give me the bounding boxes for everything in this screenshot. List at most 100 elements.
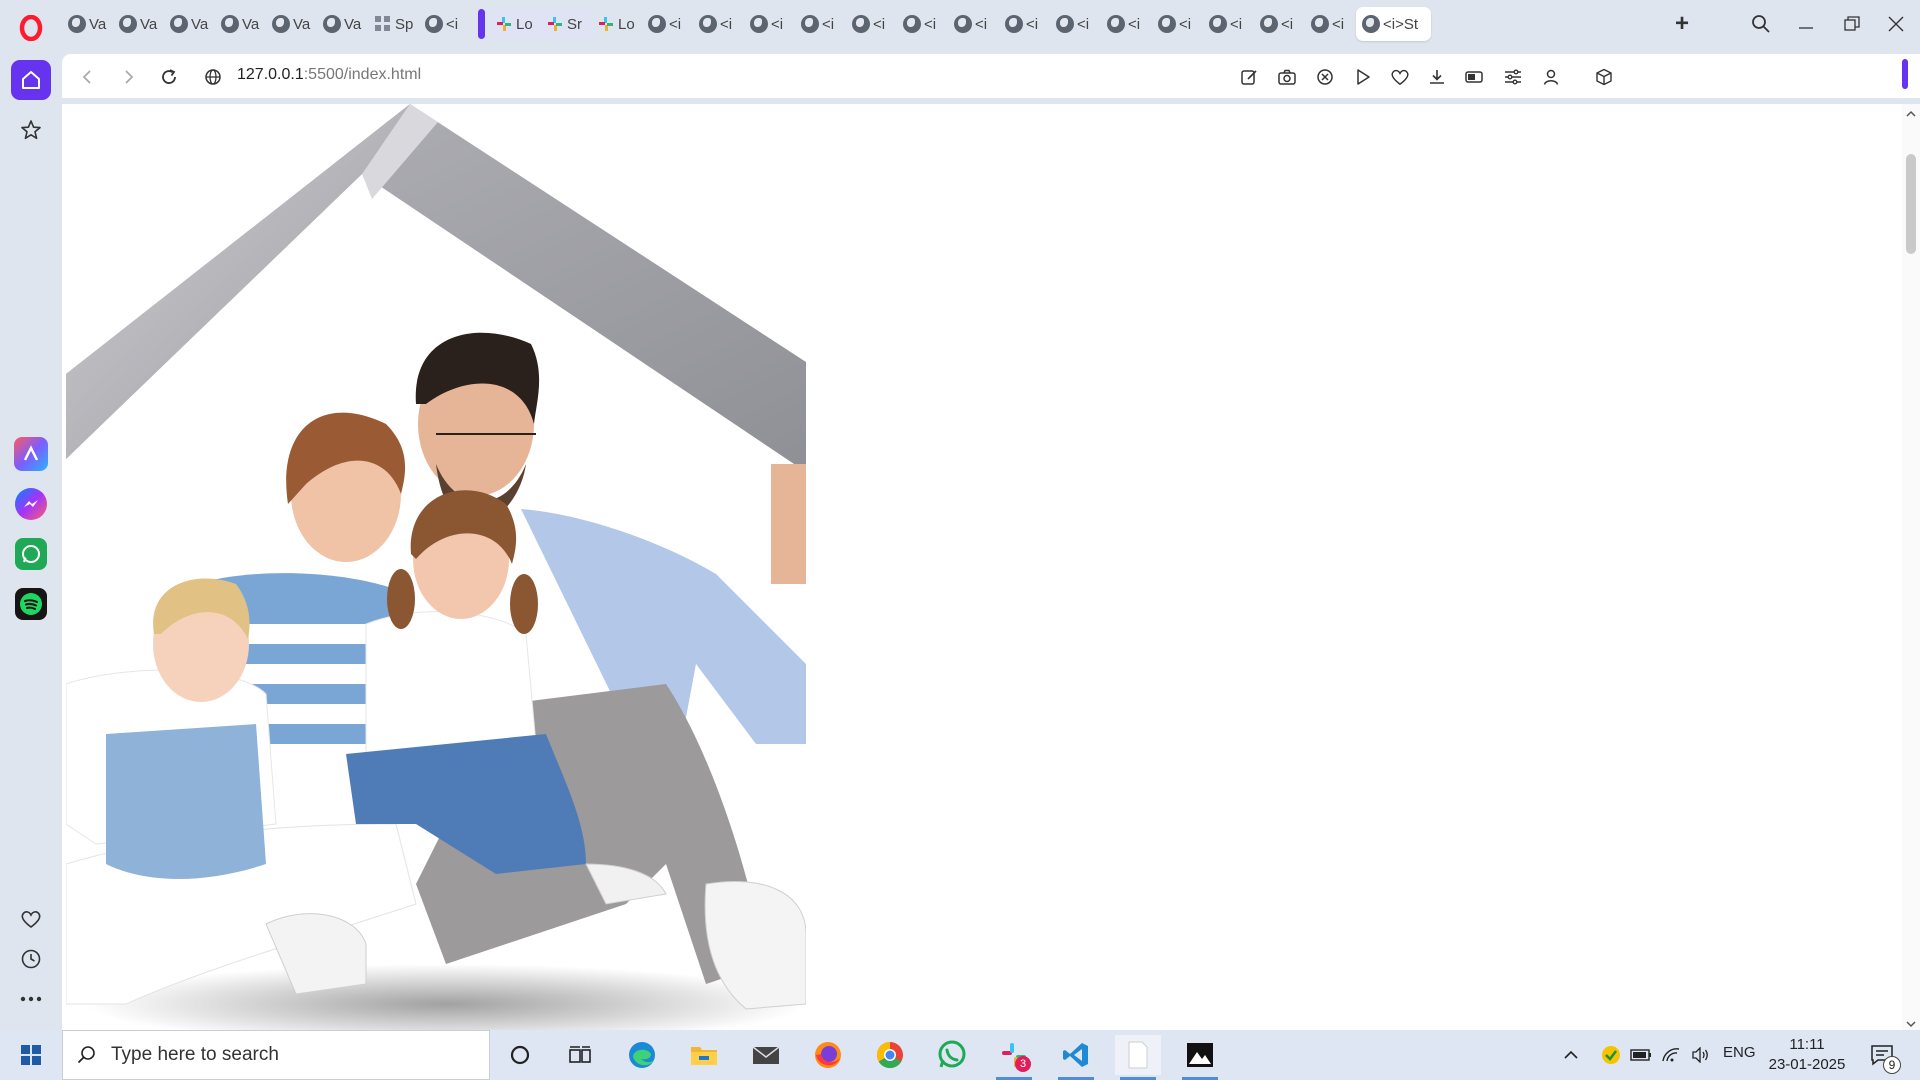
battery-icon[interactable] <box>1628 1035 1654 1075</box>
scroll-down-icon[interactable] <box>1905 1016 1917 1028</box>
minimize-icon[interactable] <box>1792 10 1820 38</box>
opera-logo-icon[interactable] <box>11 8 51 48</box>
tab[interactable]: Va <box>266 7 317 41</box>
tab[interactable]: <i <box>795 7 846 41</box>
tab[interactable]: Sr <box>540 7 591 41</box>
task-view-icon[interactable] <box>557 1035 603 1075</box>
cortana-icon[interactable] <box>497 1035 543 1075</box>
clock-date: 23-01-2025 <box>1768 1056 1846 1073</box>
notepad-file-icon[interactable] <box>1115 1035 1161 1080</box>
extensions-cube-icon[interactable] <box>1591 64 1617 90</box>
tab[interactable]: <i <box>1305 7 1356 41</box>
show-hidden-icons-icon[interactable] <box>1558 1035 1584 1075</box>
tab[interactable]: <i <box>1254 7 1305 41</box>
scroll-up-icon[interactable] <box>1905 106 1917 118</box>
photos-icon[interactable] <box>1177 1035 1223 1080</box>
grid-icon <box>374 15 392 33</box>
profile-icon[interactable] <box>1538 64 1564 90</box>
clock[interactable]: 11:11 23-01-2025 <box>1762 1035 1852 1075</box>
tab[interactable]: Va <box>113 7 164 41</box>
file-explorer-icon[interactable] <box>681 1035 727 1075</box>
restore-icon[interactable] <box>1838 10 1866 38</box>
url-field[interactable]: 127.0.0.1:5500/index.html <box>237 66 421 84</box>
mail-icon[interactable] <box>743 1035 789 1075</box>
easy-setup-icon[interactable] <box>1500 64 1526 90</box>
spotify-icon[interactable] <box>11 584 51 624</box>
windows-start-icon[interactable] <box>8 1035 54 1075</box>
slack-icon <box>495 15 513 33</box>
battery-saver-icon[interactable] <box>1462 64 1488 90</box>
tab-label: Lo <box>618 15 635 33</box>
tab[interactable]: <i <box>999 7 1050 41</box>
tab[interactable]: Va <box>317 7 368 41</box>
tab[interactable]: <i <box>1152 7 1203 41</box>
tab-label: <i <box>771 15 784 33</box>
play-icon[interactable] <box>1350 64 1376 90</box>
download-icon[interactable] <box>1424 64 1450 90</box>
tab[interactable]: Va <box>215 7 266 41</box>
tab[interactable]: <i <box>744 7 795 41</box>
globe-icon <box>1107 15 1125 33</box>
tab[interactable]: <i <box>1050 7 1101 41</box>
new-tab-button[interactable]: + <box>1668 10 1696 38</box>
history-icon[interactable] <box>11 939 51 979</box>
volume-icon[interactable] <box>1688 1035 1714 1075</box>
tab-label: <i <box>1179 15 1192 33</box>
globe-icon <box>1311 15 1329 33</box>
norton-icon[interactable] <box>1598 1035 1624 1075</box>
firefox-icon[interactable] <box>805 1035 851 1075</box>
star-icon[interactable] <box>11 110 51 150</box>
tab[interactable]: <i <box>642 7 693 41</box>
globe-icon <box>954 15 972 33</box>
tab[interactable]: <i <box>948 7 999 41</box>
tab-label: <i <box>975 15 988 33</box>
forward-icon[interactable] <box>116 64 142 90</box>
tab[interactable]: <i <box>846 7 897 41</box>
tab-active[interactable]: <i>St <box>1356 7 1431 41</box>
chrome-icon[interactable] <box>867 1035 913 1075</box>
slack-icon <box>546 15 564 33</box>
globe-icon <box>648 15 666 33</box>
back-icon[interactable] <box>74 64 100 90</box>
camera-icon[interactable] <box>1274 64 1300 90</box>
tab[interactable]: <i <box>693 7 744 41</box>
bookmark-heart-icon[interactable] <box>1387 64 1413 90</box>
slack-taskbar-icon[interactable]: 3 <box>991 1035 1037 1080</box>
taskbar-search[interactable]: Type here to search <box>62 1030 490 1080</box>
tab[interactable]: Va <box>164 7 215 41</box>
edge-icon[interactable] <box>619 1035 665 1075</box>
reload-icon[interactable] <box>156 64 182 90</box>
slack-icon <box>597 15 615 33</box>
whatsapp-icon[interactable] <box>11 534 51 574</box>
aria-icon[interactable] <box>11 434 51 474</box>
tab[interactable]: <i <box>897 7 948 41</box>
scroll-thumb[interactable] <box>1906 154 1916 254</box>
tab[interactable]: <i <box>419 7 470 41</box>
globe-icon <box>1260 15 1278 33</box>
language-indicator[interactable]: ENG <box>1723 1044 1756 1061</box>
globe-icon <box>852 15 870 33</box>
site-info-globe-icon[interactable] <box>200 64 226 90</box>
home-icon[interactable] <box>11 60 51 100</box>
tab[interactable]: <i <box>1203 7 1254 41</box>
tab[interactable]: Va <box>62 7 113 41</box>
tab[interactable]: <i <box>1101 7 1152 41</box>
tab-group-indicator[interactable] <box>478 9 485 39</box>
whatsapp-taskbar-icon[interactable] <box>929 1035 975 1075</box>
snapshot-edit-icon[interactable] <box>1236 64 1262 90</box>
more-icon[interactable] <box>11 979 51 1019</box>
wifi-icon[interactable] <box>1658 1035 1684 1075</box>
tab-label: <i <box>1128 15 1141 33</box>
vscode-icon[interactable] <box>1053 1035 1099 1080</box>
sidebar-panel-indicator[interactable] <box>1902 59 1908 89</box>
adblock-icon[interactable] <box>1312 64 1338 90</box>
close-icon[interactable] <box>1882 10 1910 38</box>
tab-search-icon[interactable] <box>1747 10 1775 38</box>
messenger-icon[interactable] <box>11 484 51 524</box>
tab[interactable]: Sp <box>368 7 419 41</box>
notifications-icon[interactable]: 9 <box>1862 1035 1902 1075</box>
page-scrollbar[interactable] <box>1902 104 1920 1030</box>
tab[interactable]: Lo <box>591 7 642 41</box>
heart-icon[interactable] <box>11 899 51 939</box>
tab[interactable]: Lo <box>489 7 540 41</box>
